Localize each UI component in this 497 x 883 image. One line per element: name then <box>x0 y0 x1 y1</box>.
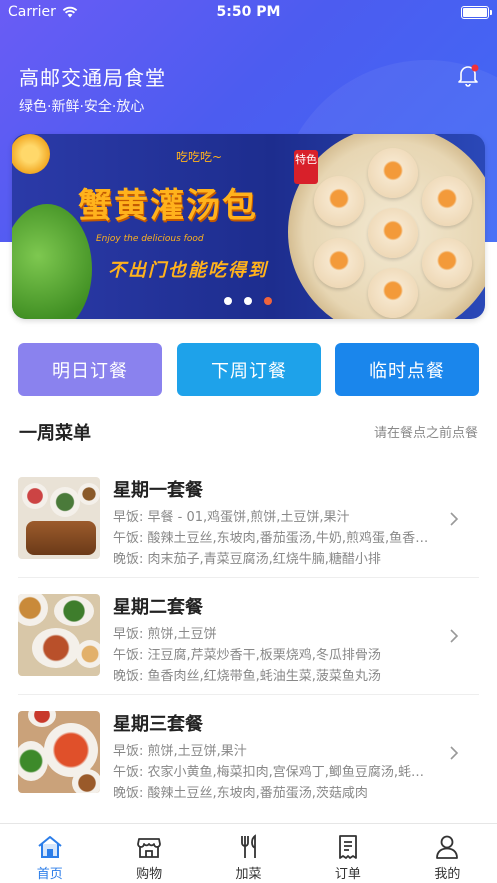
chevron-right-icon <box>450 629 459 643</box>
order-tomorrow-button[interactable]: 明日订餐 <box>18 343 162 396</box>
tab-orders[interactable]: 订单 <box>298 824 397 883</box>
tab-label: 购物 <box>136 867 163 882</box>
section-title: 一周菜单 <box>19 423 91 444</box>
tab-shop[interactable]: 购物 <box>99 824 198 883</box>
tab-profile[interactable]: 我的 <box>398 824 497 883</box>
user-icon <box>436 835 459 859</box>
menu-item-title: 星期一套餐 <box>113 480 203 501</box>
banner-small-text: 吃吃吃~ <box>176 150 223 164</box>
lunch-line: 午饭: 农家小黄鱼,梅菜扣肉,宫保鸡丁,鲫鱼豆腐汤,蚝油生菜 <box>113 765 437 780</box>
lunch-line: 午饭: 酸辣土豆丝,东坡肉,番茄蛋汤,牛奶,煎鸡蛋,鱼香肉丝 <box>113 531 437 546</box>
battery-icon <box>461 6 492 19</box>
menu-item-title: 星期二套餐 <box>113 597 203 618</box>
dinner-line: 晚饭: 酸辣土豆丝,东坡肉,番茄蛋汤,茨菇咸肉 <box>113 786 368 801</box>
tab-home[interactable]: 首页 <box>0 824 99 883</box>
menu-item-title: 星期三套餐 <box>113 714 203 735</box>
tab-label: 我的 <box>434 867 461 882</box>
banner-tag: 特色 <box>294 150 318 184</box>
carousel-dot-active[interactable] <box>264 297 272 305</box>
carousel-dot[interactable] <box>244 297 252 305</box>
tab-bar: 首页 购物 加菜 订单 我的 <box>0 823 497 883</box>
status-time: 5:50 PM <box>216 4 281 20</box>
fork-knife-icon <box>240 834 256 858</box>
status-bar: Carrier 5:50 PM <box>0 0 497 26</box>
menu-item-wednesday[interactable]: 星期三套餐 早饭: 煎饼,土豆饼,果汁 午饭: 农家小黄鱼,梅菜扣肉,宫保鸡丁,… <box>0 695 497 812</box>
tab-label: 首页 <box>36 867 63 882</box>
tab-label: 加菜 <box>235 867 262 882</box>
dinner-line: 晚饭: 肉末茄子,青菜豆腐汤,红烧牛腩,糖醋小排 <box>113 552 381 567</box>
home-icon <box>38 836 62 858</box>
carousel-indicator <box>224 297 272 305</box>
bell-icon[interactable] <box>455 62 481 88</box>
lemon-decoration <box>12 134 50 174</box>
breakfast-line: 早饭: 早餐 - 01,鸡蛋饼,煎饼,土豆饼,果汁 <box>113 510 350 525</box>
banner-english: Enjoy the delicious food <box>96 234 204 244</box>
chevron-right-icon <box>450 512 459 526</box>
promo-banner[interactable]: 特色 吃吃吃~ 蟹黄灌汤包 Enjoy the delicious food 不… <box>12 134 485 319</box>
carousel-dot[interactable] <box>224 297 232 305</box>
dinner-line: 晚饭: 鱼香肉丝,红烧带鱼,蚝油生菜,菠菜鱼丸汤 <box>113 669 381 684</box>
section-hint: 请在餐点之前点餐 <box>373 426 478 441</box>
meal-photo <box>18 477 100 559</box>
order-icon <box>339 835 357 859</box>
app-subtitle: 绿色·新鲜·安全·放心 <box>19 99 145 115</box>
app-title: 高邮交通局食堂 <box>19 66 166 90</box>
meal-photo <box>18 711 100 793</box>
shop-icon <box>137 838 162 858</box>
lunch-line: 午饭: 汪豆腐,芹菜炒香干,板栗烧鸡,冬瓜排骨汤 <box>113 648 381 663</box>
menu-item-tuesday[interactable]: 星期二套餐 早饭: 煎饼,土豆饼 午饭: 汪豆腐,芹菜炒香干,板栗烧鸡,冬瓜排骨… <box>0 578 497 695</box>
banner-slogan: 不出门也能吃得到 <box>108 260 268 281</box>
menu-item-monday[interactable]: 星期一套餐 早饭: 早餐 - 01,鸡蛋饼,煎饼,土豆饼,果汁 午饭: 酸辣土豆… <box>0 461 497 578</box>
temporary-order-button[interactable]: 临时点餐 <box>335 343 479 396</box>
banner-title: 蟹黄灌汤包 <box>78 186 258 226</box>
order-next-week-button[interactable]: 下周订餐 <box>177 343 321 396</box>
meal-photo <box>18 594 100 676</box>
tab-add-dish[interactable]: 加菜 <box>199 824 298 883</box>
tab-label: 订单 <box>334 867 361 882</box>
chevron-right-icon <box>450 746 459 760</box>
breakfast-line: 早饭: 煎饼,土豆饼 <box>113 627 217 642</box>
breakfast-line: 早饭: 煎饼,土豆饼,果汁 <box>113 744 247 759</box>
